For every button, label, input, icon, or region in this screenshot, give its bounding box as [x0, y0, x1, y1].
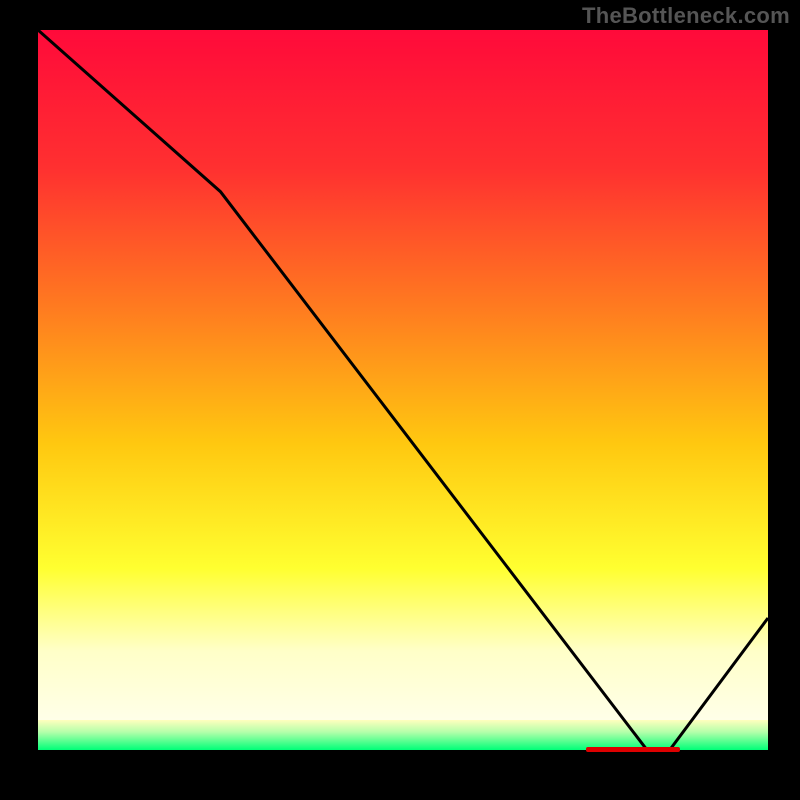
- chart-container: TheBottleneck.com: [0, 0, 800, 800]
- optimal-marker: [586, 747, 681, 752]
- plot-area: [38, 30, 768, 765]
- watermark-label: TheBottleneck.com: [582, 3, 790, 29]
- bottleneck-curve: [38, 30, 768, 765]
- curve-line: [38, 30, 768, 765]
